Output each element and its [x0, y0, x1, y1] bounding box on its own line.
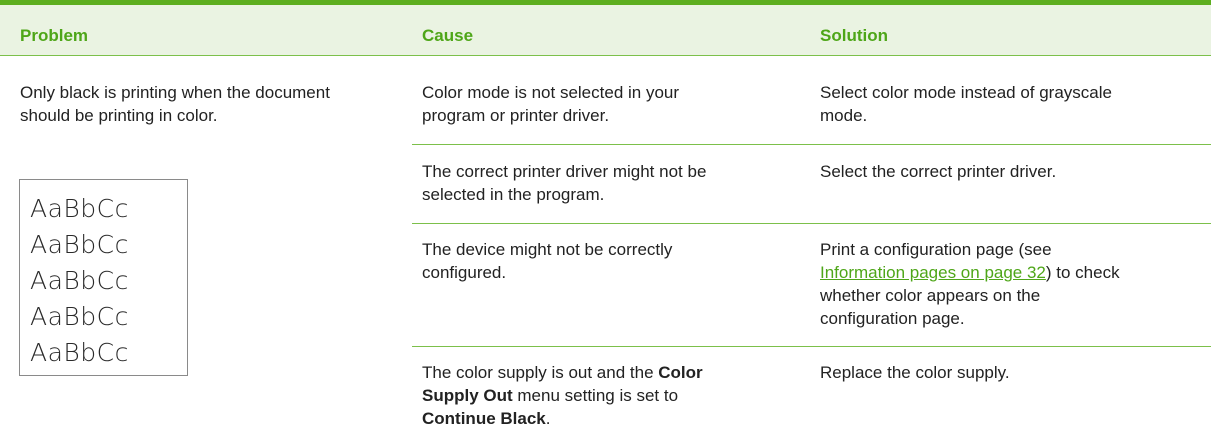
sample-line: AaBbCc [30, 194, 129, 223]
row3-solution-line2: Information pages on page 32) to check [820, 261, 1120, 284]
row2-cause-line2: selected in the program. [422, 185, 605, 204]
information-pages-link[interactable]: Information pages on page 32 [820, 263, 1046, 282]
row3-solution-line4: configuration page. [820, 309, 965, 328]
row4-cause-prefix: The color supply is out and the [422, 363, 659, 382]
row4-cause-bold3: Continue Black [422, 409, 546, 428]
row1-solution-line2: mode. [820, 106, 868, 125]
row2-solution-line1: Select the correct printer driver. [820, 162, 1057, 181]
row3-cause-line2: configured. [422, 263, 507, 282]
row4-solution-line1: Replace the color supply. [820, 363, 1010, 382]
header-cause: Cause [422, 26, 474, 45]
row3-solution-line2-suffix: ) to check [1045, 263, 1120, 282]
problem-text-line2: should be printing in color. [20, 106, 218, 125]
row4-cause-bold1: Color [658, 363, 703, 382]
row4-cause-line2: Supply Out menu setting is set to [422, 384, 678, 407]
row1-cause-line1: Color mode is not selected in your [422, 83, 680, 102]
table-header [0, 5, 1211, 55]
row-divider [412, 346, 1211, 347]
row4-cause-suffix2: menu setting is set to [512, 386, 679, 405]
row3-cause-line1: The device might not be correctly [422, 240, 673, 259]
row4-cause-bold2: Supply Out [422, 386, 513, 405]
sample-line: AaBbCc [30, 266, 129, 295]
row4-cause-suffix3: . [545, 409, 551, 428]
header-rule [0, 55, 1211, 56]
row2-cause-line1: The correct printer driver might not be [422, 162, 707, 181]
row4-cause-line3: Continue Black. [422, 407, 550, 430]
problem-text-line1: Only black is printing when the document [20, 83, 330, 102]
sample-line: AaBbCc [30, 338, 129, 367]
row4-cause-line1: The color supply is out and the Color [422, 361, 703, 384]
print-sample-box: AaBbCc AaBbCc AaBbCc AaBbCc AaBbCc [19, 179, 188, 376]
row3-solution-line3: whether color appears on the [820, 286, 1041, 305]
sample-line: AaBbCc [30, 302, 129, 331]
header-problem: Problem [20, 26, 89, 45]
row3-solution-line1: Print a configuration page (see [820, 240, 1052, 259]
row1-solution-line1: Select color mode instead of grayscale [820, 83, 1112, 102]
row1-cause-line2: program or printer driver. [422, 106, 610, 125]
row-divider [412, 144, 1211, 145]
sample-line: AaBbCc [30, 230, 129, 259]
header-solution: Solution [820, 26, 888, 45]
row-divider [412, 223, 1211, 224]
